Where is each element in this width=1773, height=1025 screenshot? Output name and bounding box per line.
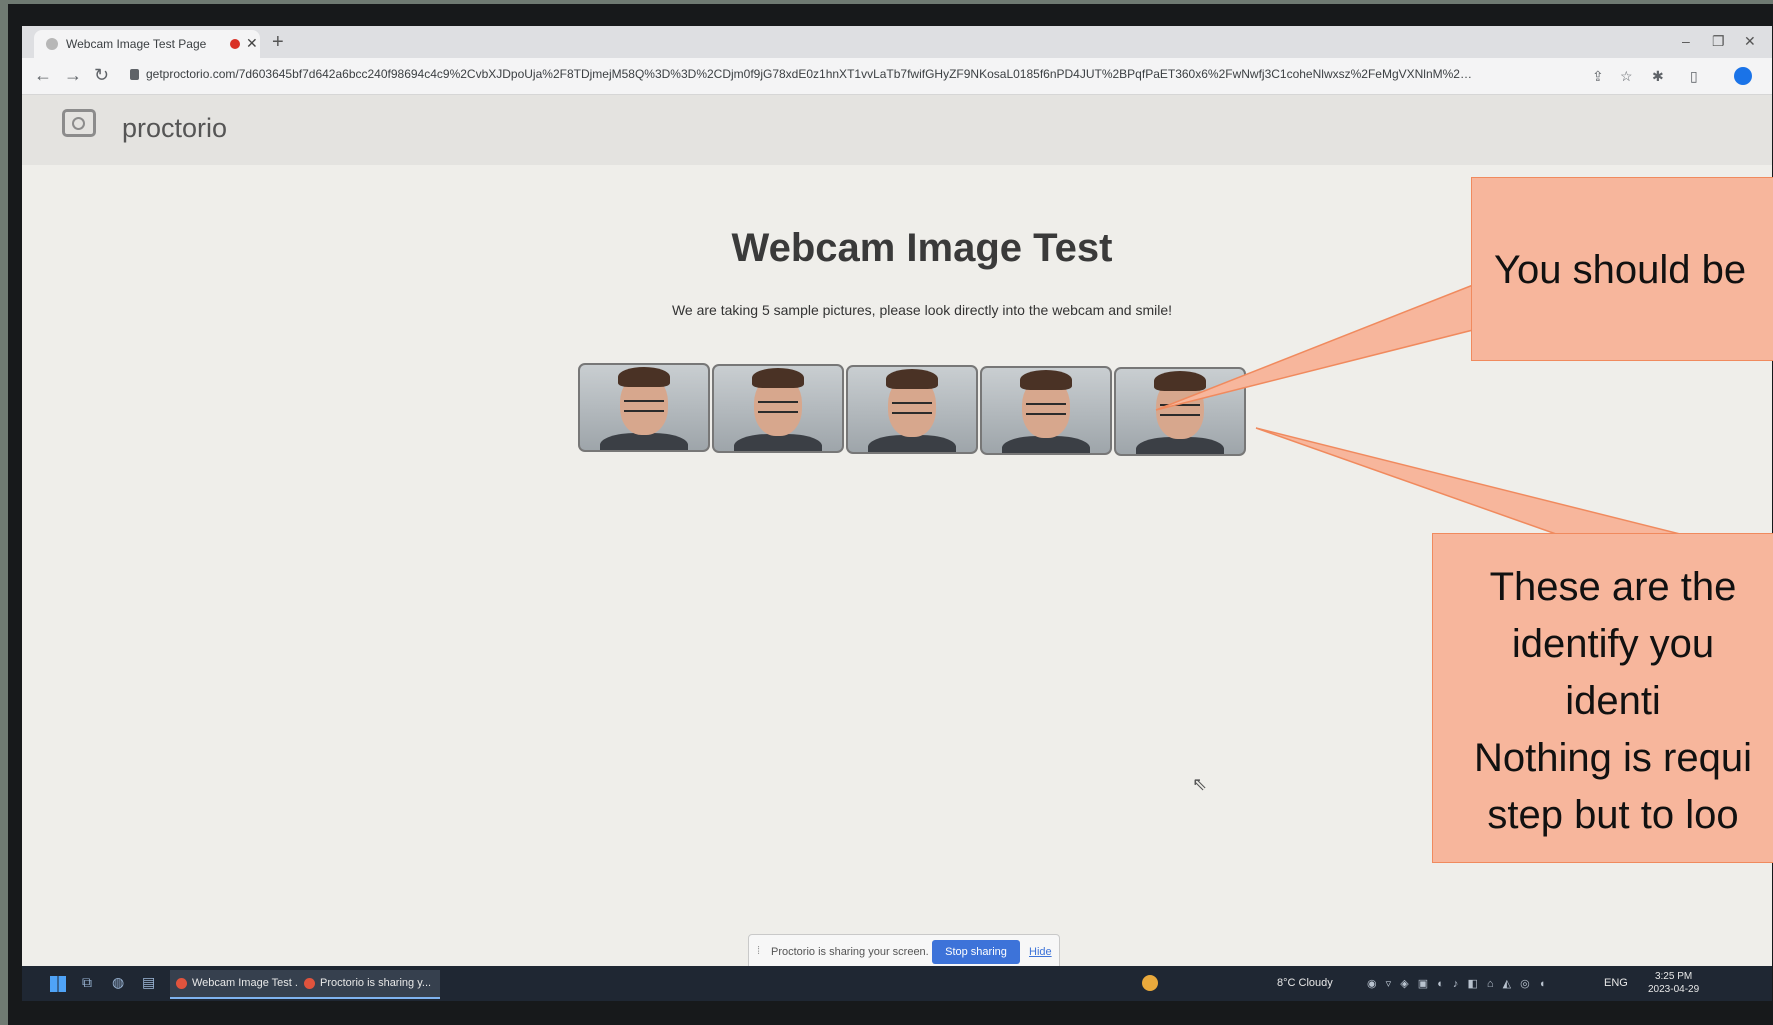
callout-bottom: These are the identify you identi Nothin… (1432, 533, 1773, 863)
callout-top-text: You should be (1494, 248, 1747, 292)
callout-pointers (1155, 283, 1681, 535)
callout-top: You should be (1471, 177, 1773, 361)
callout-pointer-top (1155, 283, 1474, 411)
callout-bottom-text: These are the identify you identi Nothin… (1474, 565, 1752, 837)
callout-pointer-bottom (1255, 427, 1681, 535)
